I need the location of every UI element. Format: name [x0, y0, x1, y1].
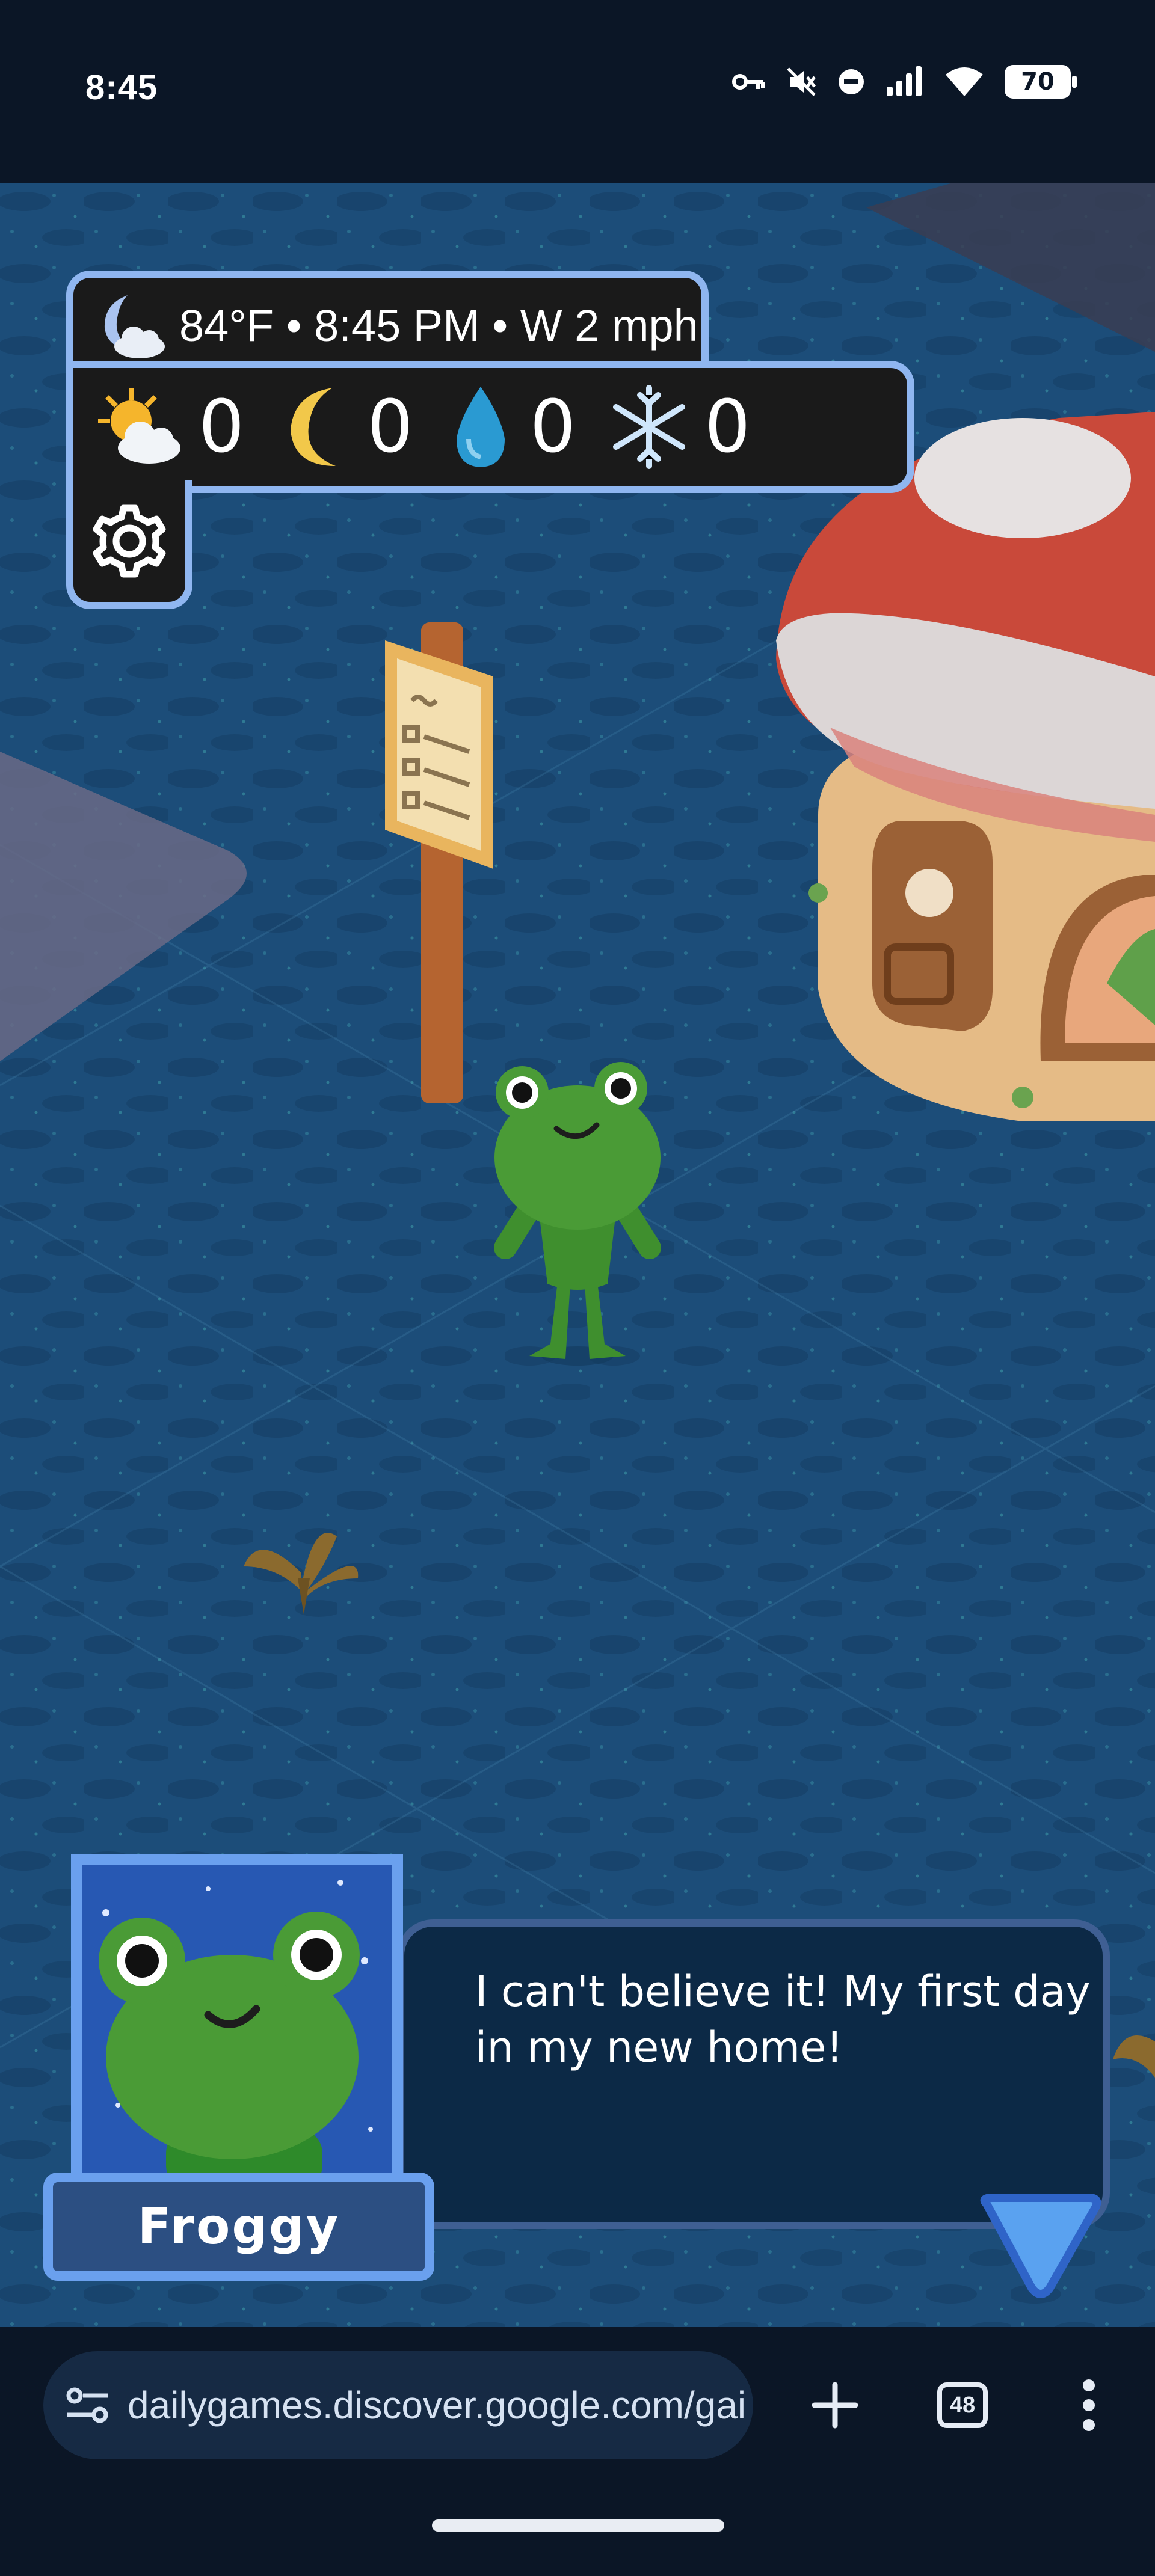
- moon-icon: [291, 388, 336, 466]
- weather-counters: 0 0 0 0: [66, 361, 914, 493]
- more-vert-icon: [1083, 2379, 1095, 2431]
- url-text: dailygames.discover.google.com/gai: [128, 2384, 747, 2427]
- status-icons: 70: [732, 65, 1077, 99]
- sun-cloud-icon: [98, 388, 180, 464]
- home-indicator[interactable]: [432, 2519, 724, 2532]
- settings-button[interactable]: [66, 480, 192, 609]
- triangle-down-icon: [980, 2194, 1101, 2298]
- speaker-name: Froggy: [137, 2198, 340, 2256]
- vpn-key-icon: [732, 74, 765, 90]
- status-bar: 8:45 70: [0, 0, 1155, 183]
- tab-switcher-button[interactable]: 48: [920, 2363, 1005, 2447]
- tab-count: 48: [937, 2382, 988, 2428]
- dialog-text: I can't believe it! My first day in my n…: [475, 1967, 1091, 2072]
- dialog-next-button[interactable]: [975, 2192, 1107, 2300]
- speaker-portrait: [71, 1854, 403, 2180]
- battery-level: 70: [1021, 68, 1055, 96]
- counter-night-value: 0: [367, 385, 413, 469]
- signal-icon: [887, 66, 922, 96]
- counter-sunny: 0: [89, 382, 251, 472]
- status-time: 8:45: [85, 68, 158, 107]
- gear-icon: [93, 504, 166, 577]
- new-tab-button[interactable]: [793, 2363, 877, 2447]
- counter-sunny-value: 0: [199, 385, 245, 469]
- battery-icon: 70: [1005, 65, 1077, 99]
- counter-snow-value: 0: [704, 385, 751, 469]
- raindrop-icon: [456, 387, 505, 467]
- menu-button[interactable]: [1053, 2363, 1125, 2447]
- speaker-name-plate: Froggy: [43, 2173, 434, 2281]
- game-canvas[interactable]: 84°F • 8:45 PM • W 2 mph 0 0 0 0 I can't…: [0, 183, 1155, 2327]
- do-not-disturb-icon: [839, 69, 864, 94]
- mute-icon: [787, 67, 816, 96]
- address-bar[interactable]: dailygames.discover.google.com/gai: [43, 2351, 753, 2459]
- tune-icon[interactable]: [65, 2386, 111, 2424]
- snowflake-icon: [613, 385, 686, 469]
- weather-text: 84°F • 8:45 PM • W 2 mph: [179, 300, 698, 351]
- frog-portrait: [82, 1865, 392, 2180]
- weather-panel: 84°F • 8:45 PM • W 2 mph: [66, 271, 709, 373]
- wifi-icon: [946, 67, 983, 96]
- counter-night: 0: [276, 382, 420, 472]
- plus-icon: [812, 2382, 858, 2429]
- counter-rain: 0: [445, 382, 583, 472]
- dialog-box[interactable]: I can't believe it! My first day in my n…: [397, 1919, 1110, 2229]
- browser-toolbar: dailygames.discover.google.com/gai 48: [0, 2327, 1155, 2576]
- moon-cloud-icon: [104, 295, 165, 358]
- counter-rain-value: 0: [529, 385, 576, 469]
- counter-snow: 0: [607, 382, 757, 472]
